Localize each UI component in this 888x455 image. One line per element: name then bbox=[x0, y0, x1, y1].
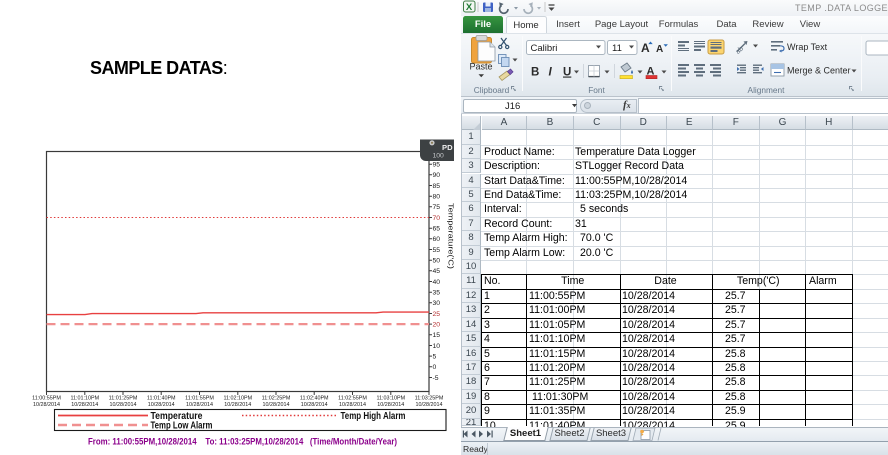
svg-text:Wrap Text: Wrap Text bbox=[787, 42, 828, 52]
svg-text:11:02:40PM: 11:02:40PM bbox=[300, 396, 329, 402]
svg-text:10/28/2014: 10/28/2014 bbox=[377, 402, 404, 408]
svg-text:PD: PD bbox=[442, 143, 453, 152]
svg-text:A: A bbox=[641, 41, 650, 55]
svg-text:10: 10 bbox=[433, 343, 441, 350]
svg-text:11:01:25PM: 11:01:25PM bbox=[109, 396, 138, 402]
svg-text:10/28/2014: 10/28/2014 bbox=[148, 402, 175, 408]
svg-text:10/28/2014: 10/28/2014 bbox=[110, 402, 137, 408]
svg-text:B: B bbox=[531, 67, 539, 79]
svg-text:30: 30 bbox=[433, 300, 441, 307]
svg-text:U: U bbox=[563, 67, 571, 79]
svg-text:10/28/2014: 10/28/2014 bbox=[224, 402, 251, 408]
svg-text:Temp High Alarm: Temp High Alarm bbox=[341, 411, 406, 422]
svg-text:95: 95 bbox=[433, 162, 441, 169]
svg-text:11:01:10PM: 11:01:10PM bbox=[70, 396, 99, 402]
svg-text:11:00:55PM: 11:00:55PM bbox=[32, 396, 61, 402]
svg-text:I: I bbox=[549, 67, 553, 79]
svg-text:80: 80 bbox=[433, 194, 441, 201]
svg-text:25: 25 bbox=[433, 311, 441, 318]
svg-text:60: 60 bbox=[433, 236, 441, 243]
svg-text:X: X bbox=[466, 2, 473, 13]
svg-text:75: 75 bbox=[433, 204, 441, 211]
svg-text:11:02:55PM: 11:02:55PM bbox=[338, 396, 367, 402]
svg-text:70: 70 bbox=[433, 215, 441, 222]
svg-text:11:02:10PM: 11:02:10PM bbox=[223, 396, 252, 402]
svg-text:10/28/2014: 10/28/2014 bbox=[301, 402, 328, 408]
svg-text:15: 15 bbox=[433, 332, 441, 339]
svg-text:85: 85 bbox=[433, 183, 441, 190]
svg-text:65: 65 bbox=[433, 226, 441, 233]
svg-text:Paste: Paste bbox=[469, 62, 492, 72]
svg-text:50: 50 bbox=[433, 258, 441, 265]
svg-text:11:01:55PM: 11:01:55PM bbox=[185, 396, 214, 402]
svg-text:45: 45 bbox=[433, 268, 441, 275]
svg-text:11:02:25PM: 11:02:25PM bbox=[262, 396, 291, 402]
svg-text:5: 5 bbox=[433, 353, 437, 360]
svg-text:Calibri: Calibri bbox=[531, 43, 558, 54]
svg-text:From: 11:00:55PM,10/28/2014: From: 11:00:55PM,10/28/2014 To: 11:03:25… bbox=[88, 437, 397, 447]
svg-text:10/28/2014: 10/28/2014 bbox=[71, 402, 98, 408]
svg-text:10/28/2014: 10/28/2014 bbox=[263, 402, 290, 408]
svg-text:Temperature('C): Temperature('C) bbox=[447, 203, 456, 269]
svg-text:10/28/2014: 10/28/2014 bbox=[339, 402, 366, 408]
svg-text:Temp Low Alarm: Temp Low Alarm bbox=[151, 421, 213, 432]
svg-text:10/28/2014: 10/28/2014 bbox=[416, 402, 443, 408]
svg-text:10/28/2014: 10/28/2014 bbox=[33, 402, 60, 408]
svg-text:A: A bbox=[656, 44, 663, 55]
svg-text:Merge & Center: Merge & Center bbox=[787, 65, 851, 75]
svg-text:0: 0 bbox=[433, 364, 437, 371]
svg-text:40: 40 bbox=[433, 279, 441, 286]
svg-text:100: 100 bbox=[433, 153, 445, 160]
svg-text:11:03:25PM: 11:03:25PM bbox=[415, 396, 444, 402]
svg-text:10/28/2014: 10/28/2014 bbox=[186, 402, 213, 408]
svg-text:90: 90 bbox=[433, 172, 441, 179]
svg-text:-5: -5 bbox=[433, 375, 439, 382]
svg-text:ab: ab bbox=[735, 45, 746, 56]
svg-text:55: 55 bbox=[433, 247, 441, 254]
svg-text:11:01:40PM: 11:01:40PM bbox=[147, 396, 176, 402]
svg-text:20: 20 bbox=[433, 321, 441, 328]
svg-text:11: 11 bbox=[612, 43, 622, 54]
svg-text:35: 35 bbox=[433, 290, 441, 297]
svg-text:11:03:10PM: 11:03:10PM bbox=[376, 396, 405, 402]
